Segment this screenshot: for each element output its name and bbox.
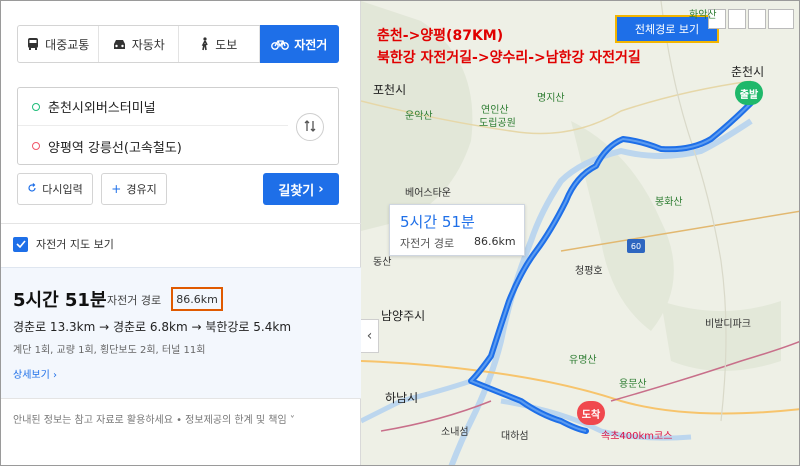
place-label: 비발디파크 [705,319,751,330]
directions-panel: 대중교통 자동차 도보 자전거 춘천시외버스터미널 양평역 강릉선(고속철도) … [1,1,361,465]
result-type: 자전거 경로 [107,294,162,307]
tab-transit-label: 대중교통 [45,37,90,52]
chevron-down-icon: ˅ [289,415,295,426]
map-control-3[interactable] [748,9,766,29]
origin-field[interactable]: 춘천시외버스터미널 [18,88,288,126]
highway-number: 60 [630,241,642,251]
transport-mode-tabs: 대중교통 자동차 도보 자전거 [17,25,339,63]
place-label: 용문산 [619,379,647,390]
destination-value: 양평역 강릉선(고속철도) [48,140,182,156]
place-label: 춘천시 [731,65,765,79]
place-label: 속초400km코스 [601,431,673,442]
bicycle-map-toggle-label: 자전거 지도 보기 [36,238,114,251]
tab-walk[interactable]: 도보 [179,26,260,62]
place-label: 화악산 [689,10,717,21]
tooltip-time: 5시간 51분 [400,213,475,231]
place-label: 남양주시 [381,309,426,323]
bicycle-map-toggle[interactable]: 자전거 지도 보기 [13,236,114,252]
result-info: 계단 1회, 교량 1회, 횡단보도 2회, 터널 11회 [13,345,206,356]
tab-walk-label: 도보 [215,37,238,52]
plus-icon: + [111,182,122,196]
place-label: 운악산 [405,111,433,122]
chevron-left-icon: ‹ [366,328,373,344]
app-frame: 대중교통 자동차 도보 자전거 춘천시외버스터미널 양평역 강릉선(고속철도) … [0,0,800,466]
tooltip-type: 자전거 경로 [400,237,455,250]
add-waypoint-button[interactable]: + 경유지 [101,173,167,205]
reset-button[interactable]: 다시입력 [17,173,93,205]
walk-icon [200,37,210,51]
detail-link[interactable]: 상세보기 › [13,366,57,381]
tab-bicycle-label: 자전거 [294,37,328,52]
place-label: 봉화산 [655,197,683,208]
route-tooltip[interactable]: 5시간 51분 자전거 경로 86.6km [389,204,525,256]
full-route-label: 전체경로 보기 [634,23,700,36]
result-time: 5시간 51분 [13,290,107,311]
place-label: 대하섬 [501,431,529,442]
tab-bicycle[interactable]: 자전거 [259,25,339,63]
tab-car-label: 자동차 [131,37,165,52]
tab-car[interactable]: 자동차 [99,26,179,62]
refresh-icon [27,182,37,196]
origin-value: 춘천시외버스터미널 [48,101,156,116]
checkbox-checked-icon[interactable] [13,236,28,252]
swap-button[interactable] [296,113,324,141]
search-label: 길찾기 [278,183,315,199]
tab-transit[interactable]: 대중교통 [18,26,99,62]
place-label: 청평호 [575,266,603,277]
annotation-route-path: 북한강 자전거길->양수리->남한강 자전거길 [377,50,641,66]
divider [1,223,361,224]
place-label: 명지산 [537,93,565,104]
route-inputs: 춘천시외버스터미널 양평역 강릉선(고속철도) [17,87,339,165]
end-marker[interactable]: 도착 [577,401,605,425]
destination-field[interactable]: 양평역 강릉선(고속철도) [18,127,288,165]
action-buttons: 다시입력 + 경유지 길찾기 › [17,173,339,205]
waypoint-label: 경유지 [126,183,157,196]
origin-dot-icon [32,102,40,111]
annotation-route-summary: 춘천->양평(87KM) [377,28,504,44]
start-label: 출발 [739,89,759,101]
disclaimer-label: 안내된 정보는 참고 자료로 활용하세요 • 정보제공의 한계 및 책임 [13,415,287,426]
place-label: 동산 [373,257,392,268]
disclaimer-text[interactable]: 안내된 정보는 참고 자료로 활용하세요 • 정보제공의 한계 및 책임 ˅ [13,411,295,426]
car-icon [112,38,127,51]
bus-icon [26,37,40,51]
place-label: 베어스타운 [405,188,451,199]
reset-label: 다시입력 [42,183,83,196]
destination-dot-icon [32,142,40,150]
start-marker[interactable]: 출발 [735,81,763,105]
highway-shield-icon: 60 [627,239,645,253]
map-control-4[interactable] [768,9,794,29]
search-route-button[interactable]: 길찾기 › [263,173,339,205]
place-label: 포천시 [373,83,407,97]
place-label: 유명산 [569,355,597,366]
end-label: 도착 [581,409,601,421]
route-result-card[interactable]: 5시간 51분 자전거 경로 86.6km 경춘로 13.3km → 경춘로 6… [1,267,361,399]
bicycle-icon [271,38,290,50]
tooltip-distance: 86.6km [474,235,516,248]
collapse-panel-button[interactable]: ‹ [361,319,379,353]
place-label: 도립공원 [479,118,516,129]
place-label: 하남시 [385,391,419,405]
detail-label: 상세보기 [13,370,50,381]
chevron-right-icon: › [318,181,324,197]
map-control-2[interactable] [728,9,746,29]
place-label: 소내섬 [441,427,469,438]
result-roads: 경춘로 13.3km → 경춘로 6.8km → 북한강로 5.4km [13,320,292,334]
swap-arrows-icon [303,118,317,137]
result-distance: 86.6km [171,287,223,311]
